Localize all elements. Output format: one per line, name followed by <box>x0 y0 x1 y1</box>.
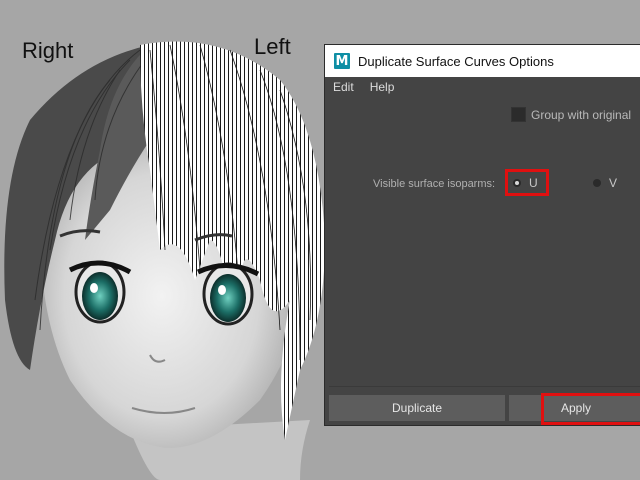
duplicate-surface-curves-dialog: M Duplicate Surface Curves Options Edit … <box>324 44 640 426</box>
menu-help[interactable]: Help <box>362 80 403 94</box>
left-label: Left <box>254 34 291 59</box>
right-label: Right <box>22 38 74 63</box>
panel-border <box>329 97 640 387</box>
highlight-box-apply <box>541 393 640 425</box>
duplicate-button[interactable]: Duplicate <box>329 395 505 421</box>
dialog-menubar: Edit Help <box>325 77 640 97</box>
maya-app-icon: M <box>334 53 350 69</box>
dialog-title: Duplicate Surface Curves Options <box>358 53 554 69</box>
menu-edit[interactable]: Edit <box>325 80 362 94</box>
dialog-titlebar[interactable]: M Duplicate Surface Curves Options <box>325 45 640 77</box>
